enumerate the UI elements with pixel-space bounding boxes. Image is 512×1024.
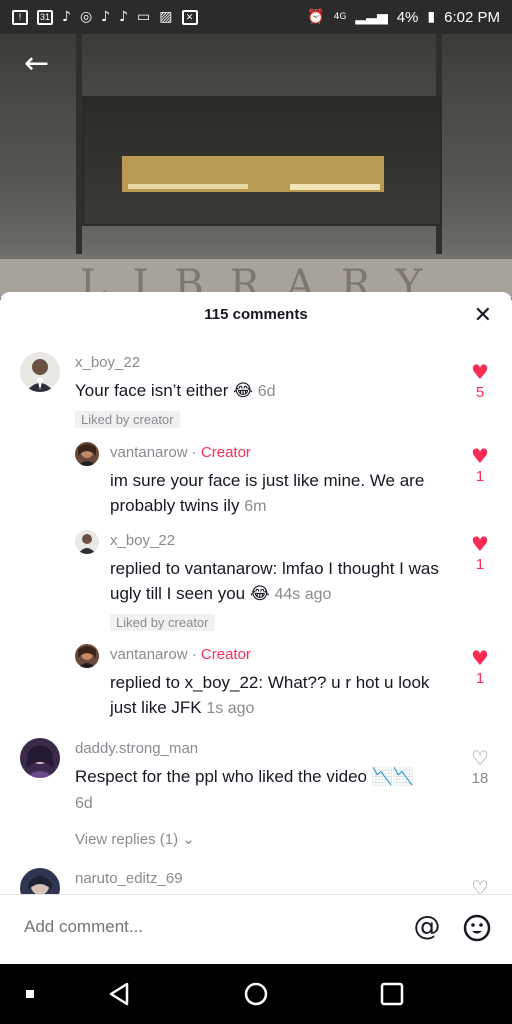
comments-header: 115 comments ✕ xyxy=(0,292,512,338)
status-bar: ! 31 ♪ ◎ ♪ ♪ ▭ ▨ ✕ ⏰ 4G ▂▃▅ 4% ▮ 6:02 PM xyxy=(0,0,512,34)
comment-body: Respect for the ppl who liked the video xyxy=(75,767,368,786)
like-count: 18 xyxy=(471,770,489,787)
avatar[interactable] xyxy=(75,644,99,668)
avatar[interactable] xyxy=(20,738,60,778)
comment-text: Your face isn’t either 😂 6d xyxy=(75,378,435,404)
like-button[interactable]: ♥ 1 xyxy=(468,446,492,485)
reply-item: vantanarow · Creator im sure your face i… xyxy=(0,440,512,520)
avatar[interactable] xyxy=(75,442,99,466)
instagram-icon: ◎ xyxy=(79,9,93,25)
like-button[interactable]: ♡ 18 xyxy=(468,748,492,787)
heart-filled-icon[interactable]: ♥ xyxy=(468,534,492,554)
comment-timestamp: 6d xyxy=(75,795,93,812)
system-status: ⏰ 4G ▂▃▅ 4% ▮ 6:02 PM xyxy=(307,9,500,26)
view-replies-link[interactable]: View replies (1) ⌄ xyxy=(75,830,195,848)
avatar[interactable] xyxy=(20,352,60,392)
mention-icon[interactable]: @ xyxy=(412,913,442,943)
android-nav-bar xyxy=(0,964,512,1024)
comment-body: replied to x_boy_22: What?? u r hot u lo… xyxy=(110,673,430,717)
reply-item: x_boy_22 replied to vantanarow: lmfao I … xyxy=(0,528,512,638)
comment-text: replied to vantanarow: lmfao I thought I… xyxy=(110,556,455,607)
like-count: 5 xyxy=(475,384,485,401)
like-count: 1 xyxy=(475,468,485,485)
separator-dot: · xyxy=(191,444,197,461)
like-button[interactable]: ♥ 1 xyxy=(468,534,492,573)
separator-dot: · xyxy=(191,646,197,663)
like-count: 1 xyxy=(475,556,485,573)
comment-username[interactable]: naruto_editz_69 xyxy=(75,870,183,887)
video-player[interactable]: LIBRARY ← xyxy=(0,34,512,298)
comment-item: x_boy_22 Your face isn’t either 😂 6d Lik… xyxy=(0,350,512,435)
battery-icon: ▮ xyxy=(427,9,436,25)
image-icon: ▨ xyxy=(159,9,173,25)
notification-icons: ! 31 ♪ ◎ ♪ ♪ ▭ ▨ ✕ xyxy=(12,9,198,25)
comment-body: im sure your face is just like mine. We … xyxy=(110,471,425,515)
add-comment-input[interactable] xyxy=(24,917,384,937)
heart-outline-icon[interactable]: ♡ xyxy=(468,748,492,768)
laughing-emoji: 😂 xyxy=(249,584,270,604)
add-comment-bar: @ xyxy=(0,894,512,964)
heart-filled-icon[interactable]: ♥ xyxy=(468,362,492,382)
video-frame-detail xyxy=(290,184,380,190)
comment-timestamp: 6m xyxy=(244,498,267,515)
close-box-icon: ✕ xyxy=(181,9,198,25)
back-arrow-icon[interactable]: ← xyxy=(24,49,56,79)
liked-by-creator-badge: Liked by creator xyxy=(75,411,180,428)
heart-filled-icon[interactable]: ♥ xyxy=(468,648,492,668)
battery-percent: 4% xyxy=(396,8,419,26)
chart-decreasing-emoji: 📉📉 xyxy=(371,767,415,787)
like-count: 1 xyxy=(475,670,485,687)
reply-username-row: vantanarow · Creator xyxy=(110,646,251,663)
chevron-down-icon: ⌄ xyxy=(182,830,195,848)
avatar[interactable] xyxy=(75,530,99,554)
view-replies-label: View replies (1) xyxy=(75,831,179,848)
network-label: 4G xyxy=(333,12,347,22)
back-triangle-icon[interactable] xyxy=(108,982,130,1011)
comment-timestamp: 6d xyxy=(257,383,276,400)
tiktok-icon: ♪ xyxy=(101,9,111,25)
comment-body: Your face isn’t either xyxy=(75,381,229,400)
comment-username[interactable]: x_boy_22 xyxy=(75,354,140,371)
like-button[interactable]: ♥ 1 xyxy=(468,648,492,687)
tiktok-icon: ♪ xyxy=(62,9,71,25)
liked-by-creator-badge: Liked by creator xyxy=(110,614,215,631)
reply-username-row: vantanarow · Creator xyxy=(110,444,251,461)
alert-icon: ! xyxy=(12,9,28,25)
reply-item: vantanarow · Creator replied to x_boy_22… xyxy=(0,642,512,722)
comment-timestamp: 1s ago xyxy=(206,700,255,717)
close-icon[interactable]: ✕ xyxy=(474,303,492,328)
home-circle-icon[interactable] xyxy=(244,982,268,1011)
calendar-icon: 31 xyxy=(37,9,53,25)
comment-username[interactable]: vantanarow xyxy=(110,444,188,461)
signal-icon: ▂▃▅ xyxy=(355,9,388,25)
voicemail-icon: ▭ xyxy=(137,9,151,25)
heart-filled-icon[interactable]: ♥ xyxy=(468,446,492,466)
emoji-picker-icon[interactable] xyxy=(462,913,492,943)
alarm-icon: ⏰ xyxy=(307,9,325,25)
video-frame-detail xyxy=(128,184,248,189)
comments-sheet: 115 comments ✕ x_boy_22 Your face isn’t … xyxy=(0,292,512,964)
comment-username[interactable]: daddy.strong_man xyxy=(75,740,198,757)
tiktok-icon: ♪ xyxy=(119,9,129,25)
comments-count-title: 115 comments xyxy=(204,306,308,323)
comment-text: replied to x_boy_22: What?? u r hot u lo… xyxy=(110,670,455,721)
creator-tag: Creator xyxy=(200,646,251,663)
overview-square-icon[interactable] xyxy=(380,982,404,1011)
comment-timestamp: 44s ago xyxy=(274,586,332,603)
comment-username[interactable]: vantanarow xyxy=(110,646,188,663)
creator-tag: Creator xyxy=(200,444,251,461)
recents-dot-icon[interactable] xyxy=(26,990,34,998)
comment-item: daddy.strong_man Respect for the ppl who… xyxy=(0,736,512,856)
comment-username[interactable]: x_boy_22 xyxy=(110,532,175,549)
comment-text: im sure your face is just like mine. We … xyxy=(110,468,450,519)
laughing-emoji: 😂 xyxy=(233,381,254,401)
comment-text: Respect for the ppl who liked the video … xyxy=(75,764,435,816)
clock: 6:02 PM xyxy=(444,8,500,26)
like-button[interactable]: ♥ 5 xyxy=(468,362,492,401)
